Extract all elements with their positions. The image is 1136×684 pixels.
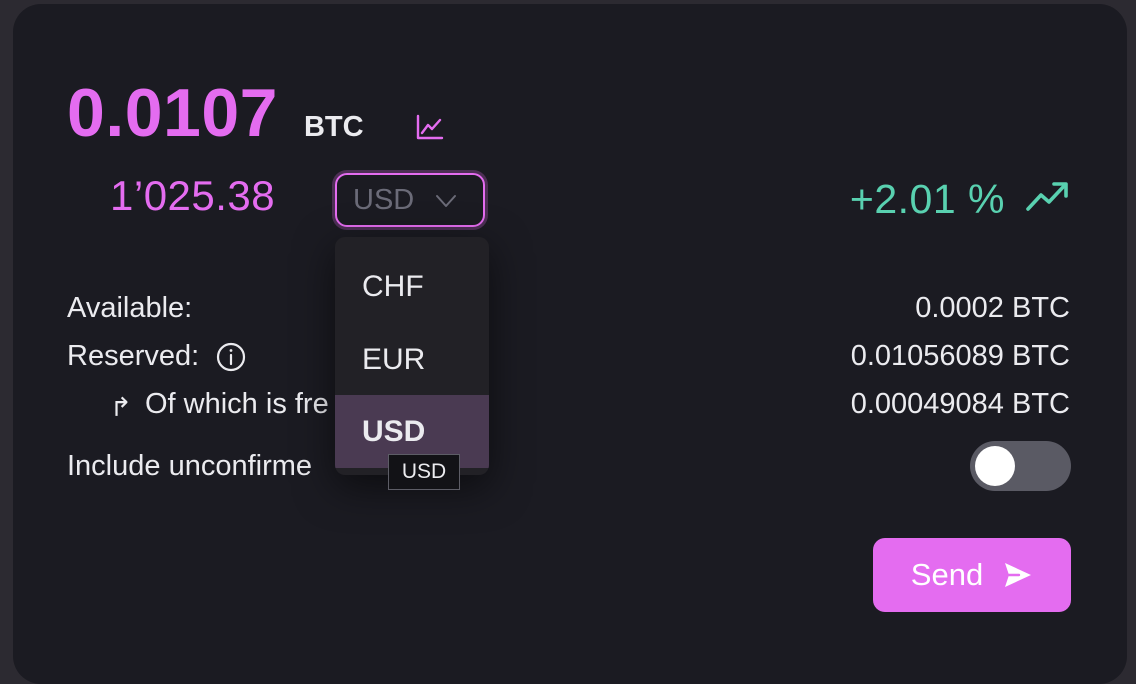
include-unconfirmed-toggle[interactable] xyxy=(970,441,1071,491)
include-unconfirmed-label: Include unconfirme xyxy=(67,450,313,482)
available-value: 0.0002 BTC xyxy=(915,292,1070,324)
balance-unit: BTC xyxy=(303,111,364,143)
reserved-value: 0.01056089 BTC xyxy=(850,340,1070,372)
indent-arrow-icon: ↱ xyxy=(110,392,132,422)
balance-row: 0.0107 BTC xyxy=(67,74,364,152)
toggle-knob xyxy=(975,446,1015,486)
paper-plane-icon xyxy=(1005,563,1032,587)
fiat-amount: 1’025.38 xyxy=(110,172,276,219)
info-icon[interactable] xyxy=(215,341,247,373)
reserved-label: Reserved: xyxy=(67,340,200,372)
chevron-down-icon xyxy=(436,195,456,207)
currency-select[interactable]: USD xyxy=(335,173,485,227)
currency-dropdown-menu: CHF EUR USD xyxy=(335,237,489,475)
currency-option-chf[interactable]: CHF xyxy=(335,250,489,323)
currency-tooltip: USD xyxy=(388,454,460,490)
freezable-label: Of which is fre xyxy=(145,388,329,420)
send-button[interactable]: Send xyxy=(873,538,1071,612)
available-label: Available: xyxy=(67,292,193,324)
freezable-value: 0.00049084 BTC xyxy=(850,388,1070,420)
price-change: +2.01 % xyxy=(849,176,1005,222)
send-button-label: Send xyxy=(910,557,984,592)
trending-up-icon xyxy=(1026,182,1068,211)
currency-option-eur[interactable]: EUR xyxy=(335,323,489,396)
line-chart-icon[interactable] xyxy=(416,114,444,140)
currency-select-value: USD xyxy=(353,183,415,216)
balance-amount: 0.0107 xyxy=(67,75,278,151)
